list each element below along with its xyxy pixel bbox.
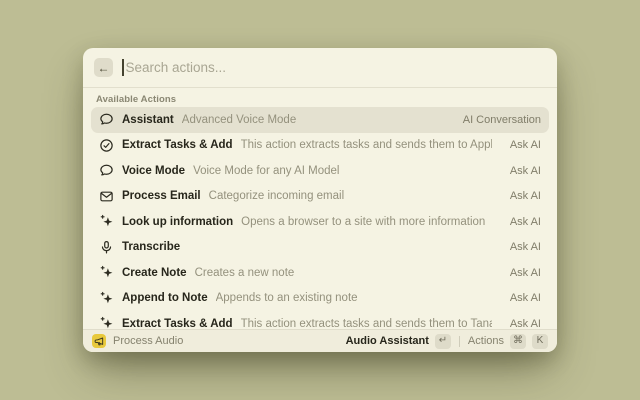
- actions-menu-label[interactable]: Actions: [468, 335, 504, 347]
- action-title: Look up information: [122, 216, 233, 228]
- action-title: Assistant: [122, 114, 174, 126]
- action-row[interactable]: Extract Tasks & Add This action extracts…: [91, 133, 549, 159]
- action-title: Process Email: [122, 190, 201, 202]
- action-type-label: AI Conversation: [453, 114, 541, 126]
- action-title: Transcribe: [122, 241, 180, 253]
- action-type-label: Ask AI: [500, 216, 541, 228]
- k-keycap[interactable]: K: [532, 334, 548, 349]
- sparkles-icon: [99, 291, 114, 306]
- sparkles-icon: [99, 214, 114, 229]
- chat-bubble-icon: [99, 112, 114, 127]
- back-button[interactable]: ←: [94, 58, 113, 77]
- action-row[interactable]: Create Note Creates a new note Ask AI: [91, 260, 549, 286]
- action-row[interactable]: Transcribe Ask AI: [91, 235, 549, 261]
- action-row[interactable]: Extract Tasks & Add This action extracts…: [91, 311, 549, 329]
- action-title: Voice Mode: [122, 165, 185, 177]
- envelope-icon: [99, 189, 114, 204]
- footer-shortcuts: Audio Assistant ↵ Actions ⌘ K: [346, 334, 548, 349]
- action-row[interactable]: Voice Mode Voice Mode for any AI Model A…: [91, 158, 549, 184]
- primary-action-label[interactable]: Audio Assistant: [346, 335, 429, 347]
- action-type-label: Ask AI: [500, 241, 541, 253]
- action-type-label: Ask AI: [500, 165, 541, 177]
- search-bar: ←: [83, 48, 557, 88]
- return-keycap[interactable]: ↵: [435, 334, 451, 349]
- microphone-icon: [99, 240, 114, 255]
- action-row[interactable]: Append to Note Appends to an existing no…: [91, 286, 549, 312]
- circle-check-icon: [99, 138, 114, 153]
- action-subtitle: This action extracts tasks and sends the…: [241, 139, 492, 151]
- action-title: Extract Tasks & Add: [122, 139, 233, 151]
- action-title: Extract Tasks & Add: [122, 318, 233, 329]
- action-row[interactable]: Assistant Advanced Voice Mode AI Convers…: [91, 107, 549, 133]
- action-type-label: Ask AI: [500, 190, 541, 202]
- megaphone-icon: [92, 334, 106, 348]
- actions-list: Available Actions Assistant Advanced Voi…: [83, 88, 557, 329]
- section-header: Available Actions: [91, 88, 549, 107]
- action-subtitle: Appends to an existing note: [216, 292, 358, 304]
- footer-bar: Process Audio Audio Assistant ↵ Actions …: [83, 329, 557, 352]
- chat-bubble-icon: [99, 163, 114, 178]
- footer-divider: [459, 336, 460, 347]
- action-type-label: Ask AI: [500, 318, 541, 329]
- text-caret: [122, 59, 124, 76]
- sparkles-icon: [99, 265, 114, 280]
- command-palette-window: ← Available Actions Assistant Advanced V…: [83, 48, 557, 352]
- action-subtitle: Categorize incoming email: [209, 190, 345, 202]
- action-subtitle: Opens a browser to a site with more info…: [241, 216, 485, 228]
- footer-app-name: Process Audio: [113, 335, 183, 347]
- search-field-wrap: [122, 59, 546, 76]
- action-row[interactable]: Look up information Opens a browser to a…: [91, 209, 549, 235]
- sparkles-icon: [99, 316, 114, 329]
- action-type-label: Ask AI: [500, 139, 541, 151]
- action-subtitle: This action extracts tasks and sends the…: [241, 318, 492, 329]
- action-title: Append to Note: [122, 292, 208, 304]
- action-type-label: Ask AI: [500, 267, 541, 279]
- action-title: Create Note: [122, 267, 187, 279]
- command-keycap[interactable]: ⌘: [510, 334, 526, 349]
- action-subtitle: Advanced Voice Mode: [182, 114, 296, 126]
- action-row[interactable]: Process Email Categorize incoming email …: [91, 184, 549, 210]
- search-input[interactable]: [126, 60, 547, 75]
- action-subtitle: Voice Mode for any AI Model: [193, 165, 339, 177]
- action-subtitle: Creates a new note: [195, 267, 295, 279]
- action-type-label: Ask AI: [500, 292, 541, 304]
